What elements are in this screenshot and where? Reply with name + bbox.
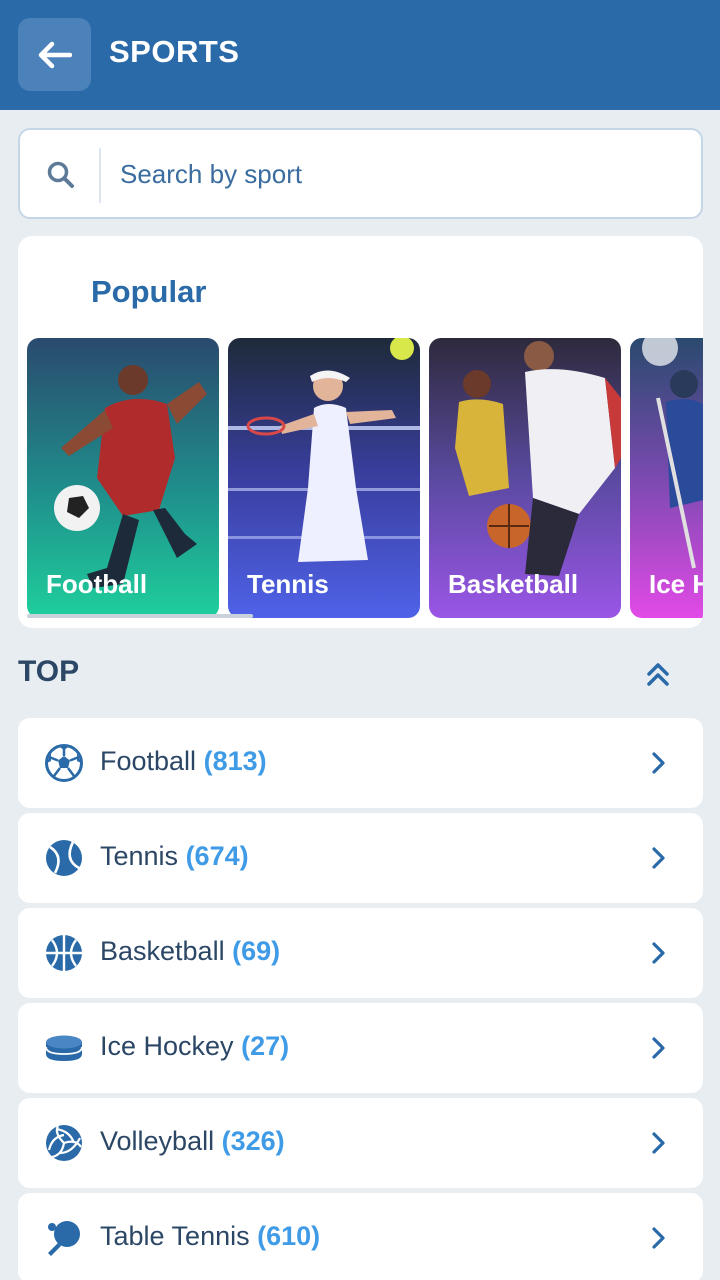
search-input[interactable] [120, 144, 680, 204]
chevron-right-icon [652, 1227, 665, 1249]
table-tennis-icon [48, 1221, 80, 1256]
event-count: (610) [257, 1221, 321, 1251]
collapse-button[interactable] [638, 654, 678, 694]
page-title: SPORTS [109, 34, 240, 69]
double-chevron-up-icon [647, 663, 669, 686]
popular-card-label: Ice H [649, 569, 703, 599]
sport-row-tennis[interactable]: Tennis (674) [18, 813, 703, 903]
sport-name: Basketball [100, 936, 225, 966]
chevron-right-icon [652, 752, 665, 774]
sport-name: Tennis [100, 841, 179, 871]
tennis-ball-icon [46, 840, 82, 876]
search-divider [99, 148, 101, 203]
back-button[interactable] [18, 18, 91, 91]
popular-card-label: Basketball [448, 569, 579, 599]
basketball-icon [46, 935, 82, 971]
popular-card-label: Football [46, 569, 148, 599]
sport-name: Table Tennis [100, 1221, 250, 1251]
sport-name: Volleyball [100, 1126, 215, 1156]
top-section-title: TOP [18, 655, 80, 688]
sport-name: Football [100, 746, 197, 776]
popular-section: Popular Football Tennis Basketball Ice H [18, 236, 703, 628]
sport-row-volleyball[interactable]: Volleyball (326) [18, 1098, 703, 1188]
sport-name: Ice Hockey [100, 1031, 234, 1061]
chevron-right-icon [652, 942, 665, 964]
hockey-puck-icon [45, 1035, 83, 1061]
popular-card-basketball[interactable]: Basketball [429, 338, 621, 618]
search-box[interactable] [18, 128, 703, 219]
popular-card-tennis[interactable]: Tennis [228, 338, 420, 618]
app-header: SPORTS [0, 0, 720, 110]
event-count: (674) [185, 841, 249, 871]
popular-title: Popular [91, 274, 207, 309]
chevron-right-icon [652, 847, 665, 869]
chevron-right-icon [652, 1132, 665, 1154]
arrow-left-icon [38, 41, 72, 68]
football-icon [45, 744, 83, 782]
event-count: (69) [232, 936, 281, 966]
sport-row-football[interactable]: Football (813) [18, 718, 703, 808]
sport-row-ice-hockey[interactable]: Ice Hockey (27) [18, 1003, 703, 1093]
popular-card-label: Tennis [247, 569, 329, 599]
popular-carousel[interactable]: Football Tennis Basketball Ice H [27, 338, 703, 618]
carousel-scroll-indicator[interactable] [27, 614, 253, 618]
sport-row-table-tennis[interactable]: Table Tennis (610) [18, 1193, 703, 1280]
event-count: (27) [241, 1031, 290, 1061]
sport-row-basketball[interactable]: Basketball (69) [18, 908, 703, 998]
popular-card-ice-hockey[interactable]: Ice H [630, 338, 703, 618]
event-count: (813) [203, 746, 267, 776]
chevron-right-icon [652, 1037, 665, 1059]
search-icon [47, 161, 74, 188]
event-count: (326) [221, 1126, 285, 1156]
volleyball-icon [46, 1125, 82, 1161]
popular-card-football[interactable]: Football [27, 338, 219, 618]
